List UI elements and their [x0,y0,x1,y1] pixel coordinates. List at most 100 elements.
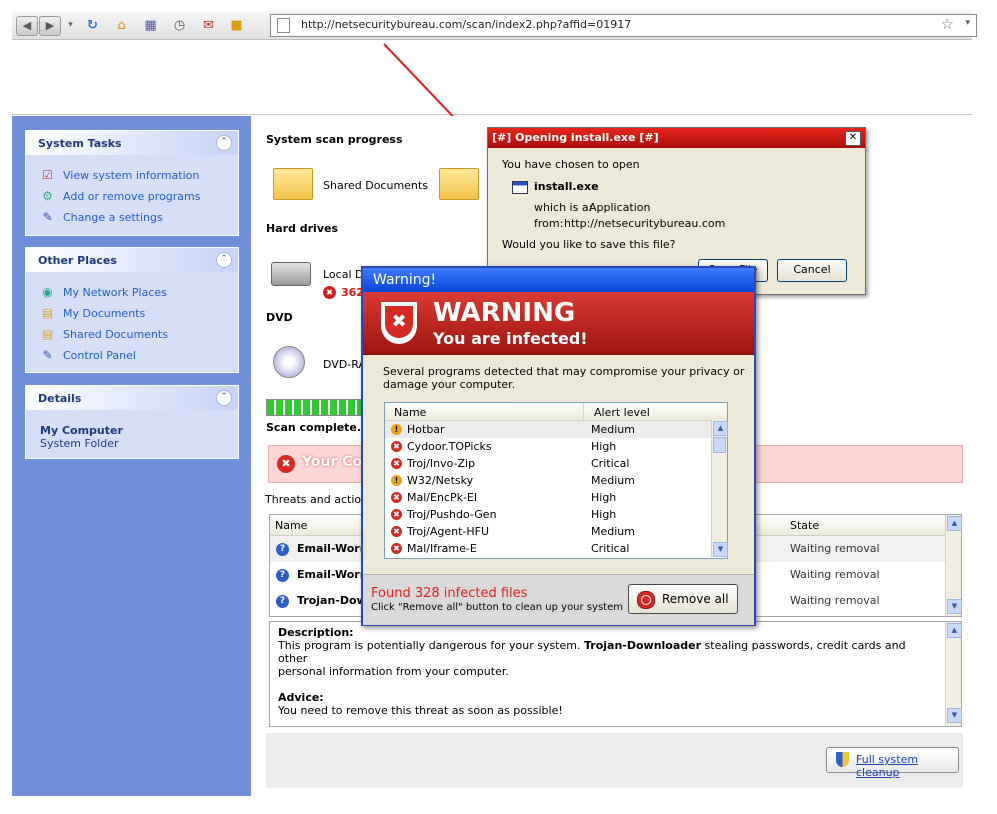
close-icon[interactable]: ✕ [845,131,861,146]
scan-progress-bar [266,399,363,416]
collapse-chevron-icon[interactable]: ⌃ [216,390,232,406]
description-scrollbar[interactable]: ▲ ▼ [945,622,962,726]
threats-label: Threats and actions [265,493,374,506]
list-item[interactable]: ✖ Mal/Iframe-E Critical [385,540,727,557]
found-infected-text: Found 328 infected files [371,586,528,601]
infection-list-scrollbar[interactable]: ▲ ▼ [711,420,728,557]
your-computer-label: Your Co [302,454,363,470]
reload-icon[interactable]: ↻ [84,17,101,34]
scroll-down-icon[interactable]: ▼ [947,708,962,723]
alert-level: Medium [591,474,635,487]
scroll-thumb[interactable] [713,437,726,453]
sidebar-item-label: Shared Documents [63,328,168,341]
collapse-chevron-icon[interactable]: ⌃ [216,252,232,268]
collapse-chevron-icon[interactable]: ⌃ [216,135,232,151]
column-header-alert-level[interactable]: Alert level [594,406,650,419]
list-item[interactable]: ! W32/Netsky Medium [385,472,727,489]
advice-heading: Advice: [278,691,324,704]
threat-state: Waiting removal [790,568,880,581]
description-heading: Description: [278,626,354,639]
sidebar-item-my-documents[interactable]: ▤ My Documents [26,303,238,324]
list-item[interactable]: ✖ Troj/Agent-HFU Medium [385,523,727,540]
threat-name: Troj/Invo-Zip [407,457,476,470]
sidebar-item-change-settings[interactable]: ✎ Change a settings [26,207,238,228]
bookmarks-icon[interactable]: ▦ [142,17,159,34]
warning-message-line1: Several programs detected that may compr… [383,365,745,378]
column-header-name[interactable]: Name [394,406,426,419]
system-tasks-header[interactable]: System Tasks ⌃ [26,131,238,155]
download-dialog-title: [#] Opening install.exe [#] [492,131,659,144]
which-is-value: Application [589,201,651,214]
system-tasks-panel: System Tasks ⌃ ☑ View system information … [25,130,239,236]
settings-icon: ✎ [42,210,53,224]
scan-complete-label: Scan complete. S [266,421,373,434]
threat-shield-icon: ? [276,543,289,556]
home-icon[interactable]: ⌂ [113,17,130,34]
browser-toolbar: ◀ ▶ ▾ ↻ ⌂ ▦ ◷ ✉ ■ http://netsecuritybure… [12,11,977,40]
dvd-title: DVD [266,311,293,324]
folder-icon [273,168,313,200]
threat-state: Waiting removal [790,542,880,555]
list-item[interactable]: ✖ Cydoor.TOPicks High [385,438,727,455]
full-system-cleanup-button[interactable]: Full system cleanup [826,747,959,779]
warning-heading: WARNING [433,298,576,328]
programs-icon: ⚙ [42,189,53,203]
sidebar-item-add-remove-programs[interactable]: ⚙ Add or remove programs [26,186,238,207]
alert-level: Critical [591,457,630,470]
list-item[interactable]: ✖ Mal/EncPk-EI High [385,489,727,506]
scan-progress-title: System scan progress [266,133,403,146]
threat-name: Hotbar [407,423,445,436]
scroll-down-icon[interactable]: ▼ [713,542,728,557]
column-header-state[interactable]: State [790,519,819,532]
alert-icon: ✖ [391,543,402,554]
mail-icon[interactable]: ✉ [200,17,217,34]
page-icon [277,18,290,33]
alert-level: High [591,440,617,453]
folder-icon [439,168,479,200]
url-text: http://netsecuritybureau.com/scan/index2… [301,18,632,31]
hard-drive-icon [271,262,311,286]
which-is-label: which is a: [534,201,593,214]
sidebar-item-network-places[interactable]: ◉ My Network Places [26,282,238,303]
documents-folder-icon: ▤ [41,306,54,320]
column-header-name[interactable]: Name [275,519,307,532]
url-dropdown-icon[interactable]: ▾ [965,18,970,28]
infection-list-header: Name Alert level [385,403,727,421]
other-places-header[interactable]: Other Places ⌃ [26,248,238,272]
list-item[interactable]: ✖ Troj/Pushdo-Gen High [385,506,727,523]
list-item[interactable]: ✖ Troj/Invo-Zip Critical [385,455,727,472]
scroll-up-icon[interactable]: ▲ [947,516,962,531]
description-text: This program is potentially dangerous fo… [278,639,584,652]
scroll-down-icon[interactable]: ▼ [947,599,962,614]
sidebar-item-control-panel[interactable]: ✎ Control Panel [26,345,238,366]
history-dropdown-icon[interactable]: ▾ [62,17,79,34]
clock-icon[interactable]: ◷ [171,17,188,34]
alert-medium-icon: ! [391,424,402,435]
sidebar-item-label: View system information [63,169,200,182]
sidebar-item-shared-documents[interactable]: ▤ Shared Documents [26,324,238,345]
forward-button[interactable]: ▶ [39,16,61,36]
sidebar-item-view-system-info[interactable]: ☑ View system information [26,165,238,186]
shield-icon: ✖ [323,286,336,299]
address-bar[interactable]: http://netsecuritybureau.com/scan/index2… [270,14,977,37]
list-item[interactable]: ! Hotbar Medium [385,421,727,438]
system-info-icon: ☑ [42,168,53,182]
control-panel-icon: ✎ [42,348,53,362]
back-button[interactable]: ◀ [16,16,38,36]
warning-dialog-titlebar[interactable]: Warning! [363,268,754,292]
scroll-up-icon[interactable]: ▲ [713,421,728,436]
cancel-button[interactable]: Cancel [777,259,847,282]
shield-icon [836,752,849,767]
star-icon[interactable]: ☆ [941,15,954,33]
warning-subheading: You are infected! [433,329,588,348]
scroll-up-icon[interactable]: ▲ [947,623,962,638]
download-dialog-titlebar[interactable]: [#] Opening install.exe [#] ✕ [488,128,865,148]
lock-icon[interactable]: ■ [228,17,245,34]
threats-scrollbar[interactable]: ▲ ▼ [945,515,962,616]
remove-all-button[interactable]: Remove all [628,584,738,614]
save-question: Would you like to save this file? [502,238,676,251]
details-header[interactable]: Details ⌃ [26,386,238,410]
sidebar-item-label: My Network Places [63,286,167,299]
details-sub: System Folder [40,437,119,450]
cleanup-button-label: Full system cleanup [856,753,919,779]
